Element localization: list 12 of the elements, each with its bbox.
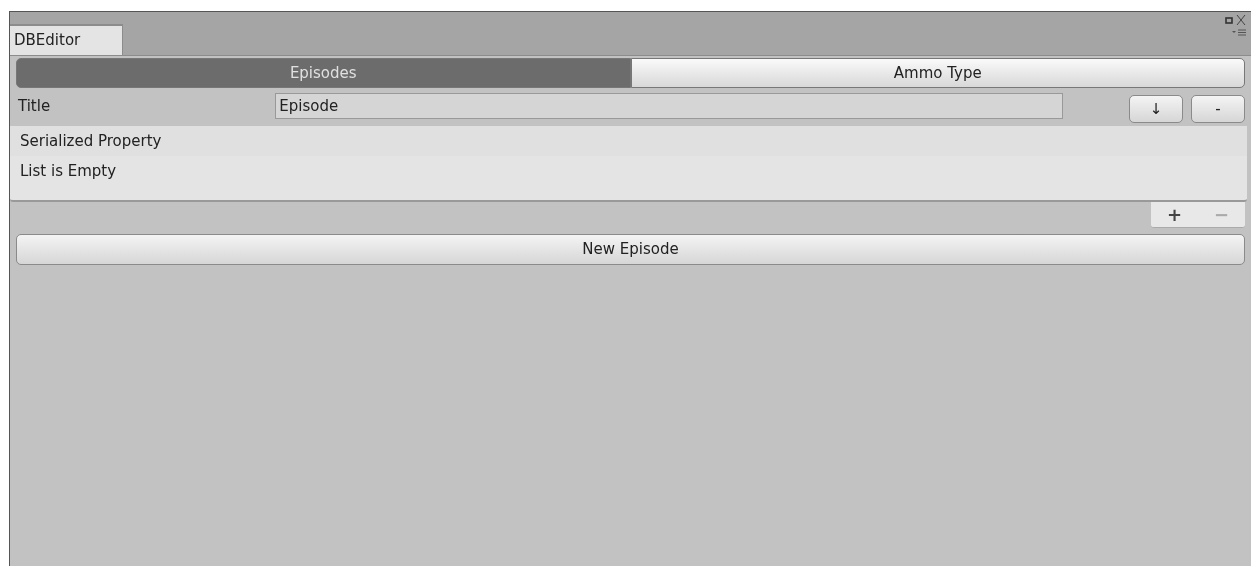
window-tab[interactable]: DBEditor [10, 24, 123, 55]
menu-icon[interactable] [1231, 28, 1247, 36]
list-footer-button[interactable]: + [1166, 205, 1183, 224]
row-action-button[interactable]: ↓ [1129, 95, 1183, 123]
new-episode-button[interactable]: New Episode [16, 234, 1245, 265]
empty-list-text: List is Empty [19, 161, 118, 182]
toolbar-tab[interactable]: Ammo Type [630, 58, 1245, 88]
list-header: Serialized Property [10, 126, 1247, 156]
title-input-field[interactable]: Episode [275, 93, 1063, 119]
toolbar-tab[interactable]: Episodes [16, 58, 631, 88]
row-action-button[interactable]: - [1191, 95, 1245, 123]
field-label: Title [18, 95, 52, 117]
